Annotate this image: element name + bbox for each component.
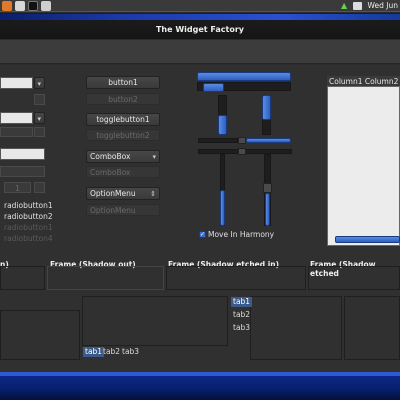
optionmenu[interactable]: OptionMenu ⇕ <box>86 187 160 200</box>
text-entry-disabled <box>0 166 45 177</box>
bottom-panel <box>0 372 400 400</box>
notebook-1 <box>0 310 80 360</box>
combobox-disabled-label: ComboBox <box>90 168 131 177</box>
frame-shadow-out <box>47 266 164 290</box>
combo-entry-dropdown-disabled <box>34 94 45 105</box>
clock[interactable]: Wed Jun <box>368 0 400 12</box>
frame-1 <box>0 266 45 290</box>
optionmenu-disabled-label: OptionMenu <box>90 206 136 215</box>
hscrollbar-1-fill <box>246 138 291 143</box>
column2-header[interactable]: Column2 <box>365 77 399 86</box>
column1-header[interactable]: Column1 <box>329 77 363 86</box>
treeview[interactable] <box>327 86 400 246</box>
vscrollbar-right-thumb[interactable] <box>263 183 272 193</box>
chevron-down-icon: ▾ <box>37 80 41 88</box>
optionmenu-disabled: OptionMenu <box>86 204 160 216</box>
tab-side-1[interactable]: tab1 <box>231 297 253 307</box>
tab-bottom-2[interactable]: tab2 <box>101 347 122 357</box>
combo-entry-2[interactable] <box>0 112 33 124</box>
move-in-harmony-label[interactable]: Move In Harmony <box>208 230 274 239</box>
optionmenu-label: OptionMenu <box>90 189 136 198</box>
editor-icon[interactable] <box>41 1 51 11</box>
menubar <box>0 40 400 64</box>
files-icon[interactable] <box>15 1 25 11</box>
hscale-2-fill <box>203 83 224 92</box>
combobox-label: ComboBox <box>90 152 131 161</box>
chevron-down-icon: ▾ <box>152 153 156 161</box>
hscrollbar-1-thumb[interactable] <box>238 137 246 144</box>
tab-bottom-3[interactable]: tab3 <box>120 347 141 357</box>
togglebutton2-disabled: togglebutton2 <box>86 129 160 141</box>
hscrollbar-1[interactable] <box>198 138 238 143</box>
notebook-4 <box>344 296 400 360</box>
keyboard-icon[interactable] <box>353 2 362 10</box>
vscrollbar-left-fill <box>220 190 225 226</box>
text-entry[interactable] <box>0 148 45 160</box>
spin-button[interactable]: 1 <box>4 182 31 193</box>
combo-entry[interactable] <box>0 77 33 89</box>
vscale-right-fill <box>262 95 271 120</box>
hscale-1[interactable] <box>197 72 291 81</box>
spin-button-disabled <box>34 182 45 193</box>
togglebutton1[interactable]: togglebutton1 <box>86 113 160 126</box>
radiobutton4-disabled: radiobutton4 <box>4 234 53 243</box>
combo-entry-dropdown[interactable]: ▾ <box>34 77 45 89</box>
combo-entry-disabled <box>0 127 33 137</box>
button1[interactable]: button1 <box>86 76 160 89</box>
wifi-icon[interactable]: ▲ <box>341 2 350 10</box>
tab-side-3[interactable]: tab3 <box>231 323 252 333</box>
radiobutton1[interactable]: radiobutton1 <box>4 201 53 210</box>
notebook-bottom-tabs <box>82 296 228 346</box>
combo-entry-disabled-dropdown <box>34 127 45 137</box>
terminal-icon[interactable] <box>28 1 38 11</box>
treeview-hscrollbar[interactable] <box>335 236 400 243</box>
move-in-harmony-checkbox[interactable]: ✓ <box>199 231 206 238</box>
updown-icon: ⇕ <box>150 190 156 198</box>
vscale-left-fill <box>218 115 227 135</box>
frame-etched-out <box>308 266 400 290</box>
notebook-side-tabs <box>250 296 342 360</box>
window-title: The Widget Factory <box>155 25 245 34</box>
hscrollbar-2-thumb[interactable] <box>238 148 246 155</box>
bottom-panel-accent <box>0 372 400 376</box>
chevron-down-icon: ▾ <box>37 115 41 123</box>
combobox[interactable]: ComboBox ▾ <box>86 150 160 163</box>
frame-etched-in <box>166 266 306 290</box>
combobox-disabled: ComboBox <box>86 166 160 178</box>
top-panel <box>0 0 400 12</box>
vscrollbar-right-fill <box>265 193 270 226</box>
radiobutton3-disabled: radiobutton1 <box>4 223 53 232</box>
radiobutton2[interactable]: radiobutton2 <box>4 212 53 221</box>
tab-side-2[interactable]: tab2 <box>231 310 252 320</box>
combo-entry-2-dropdown[interactable]: ▾ <box>34 112 45 124</box>
firefox-icon[interactable] <box>2 1 12 11</box>
button2-disabled: button2 <box>86 93 160 105</box>
